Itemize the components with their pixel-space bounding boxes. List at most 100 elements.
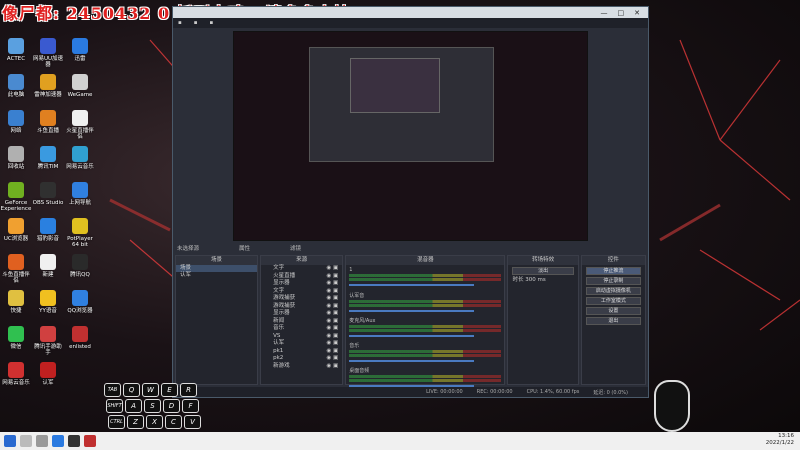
desktop-icon[interactable]: 迅雷 [64,38,96,62]
clock[interactable]: 13:16 2022/1/22 [766,433,794,447]
app-icon [40,326,56,342]
source-item[interactable]: pk1 ◉ ▣ [261,348,342,356]
control-button[interactable]: 退出 [585,317,641,325]
source-item[interactable]: 显示器 ◉ ▣ [261,280,342,288]
app-icon [72,38,88,54]
desktop-icon[interactable]: YY语音 [32,290,64,314]
desktop-icon[interactable]: 微信 [0,326,32,350]
eye-icon[interactable]: ◉ ▣ [326,310,338,318]
menu-item[interactable]: ▪ [194,20,198,26]
search-icon[interactable] [20,435,32,447]
eye-icon[interactable]: ◉ ▣ [326,303,338,311]
desktop-icon[interactable]: GeForce Experience [0,182,32,212]
control-button[interactable]: 停止推流 [585,267,641,275]
source-item[interactable]: pk2 ◉ ▣ [261,355,342,363]
source-item[interactable]: 文字 ◉ ▣ [261,265,342,273]
app-icon[interactable] [84,435,96,447]
desktop-icon[interactable]: 上网导航 [64,182,96,206]
channel-name: 认军音 [349,293,365,299]
eye-icon[interactable]: ◉ ▣ [326,340,338,348]
source-item[interactable]: VS ◉ ▣ [261,333,342,341]
desktop-icon[interactable]: 腾讯TIM [32,146,64,170]
desktop-icon[interactable]: 斗鱼直播伴侣 [0,254,32,284]
volume-slider[interactable] [349,335,475,337]
transition-select[interactable]: 淡出 [512,267,574,275]
control-button[interactable]: 设置 [585,307,641,315]
menu-item[interactable]: ▪ [178,20,182,26]
filters-button[interactable]: 滤镜 [290,244,301,252]
desktop-icon[interactable]: 猎豹影音 [32,218,64,242]
desktop-icon[interactable]: 腾讯QQ [64,254,96,278]
volume-slider[interactable] [349,360,475,362]
eye-icon[interactable]: ◉ ▣ [326,325,338,333]
app-icon [8,290,24,306]
desktop-icon[interactable]: 认军 [32,362,64,386]
desktop-icon[interactable]: 网易云音乐 [64,146,96,170]
minimize-icon[interactable]: — [601,9,608,17]
desktop-icon[interactable]: OBS Studio [32,182,64,206]
eye-icon[interactable]: ◉ ▣ [326,355,338,363]
eye-icon[interactable]: ◉ ▣ [326,318,338,326]
source-item[interactable]: 火星直播 ◉ ▣ [261,273,342,281]
key-indicator: Q [123,383,140,397]
source-item[interactable]: 游戏捕获 ◉ ▣ [261,295,342,303]
source-item[interactable]: 新闻 ◉ ▣ [261,318,342,326]
source-item[interactable]: 游戏捕获 ◉ ▣ [261,303,342,311]
scene-item[interactable]: 场景 [176,265,258,272]
volume-slider[interactable] [349,284,475,286]
desktop-icon[interactable]: 网络 [0,110,32,134]
eye-icon[interactable]: ◉ ▣ [326,288,338,296]
eye-icon[interactable]: ◉ ▣ [326,280,338,288]
desktop-icon[interactable]: PotPlayer 64 bit [64,218,96,248]
desktop-icon[interactable]: ACTEC [0,38,32,62]
desktop-icon[interactable]: UC浏览器 [0,218,32,242]
desktop-icon[interactable]: QQ浏览器 [64,290,96,314]
nested-preview [309,47,494,162]
desktop-icon[interactable]: 网易UU加速器 [32,38,64,68]
eye-icon[interactable]: ◉ ▣ [326,363,338,371]
eye-icon[interactable]: ◉ ▣ [326,333,338,341]
control-button[interactable]: 工作室模式 [585,297,641,305]
desktop-icon[interactable]: 雷神加速器 [32,74,64,98]
source-item[interactable]: 新游戏 ◉ ▣ [261,363,342,371]
key-indicator: W [142,383,159,397]
app-icon [40,290,56,306]
taskview-icon[interactable] [36,435,48,447]
desktop-icon-label: 快捷 [10,308,22,314]
desktop-icon[interactable]: 新建 [32,254,64,278]
duration-input[interactable]: 300 ms [525,277,545,283]
source-item[interactable]: 音乐 ◉ ▣ [261,325,342,333]
maximize-icon[interactable]: □ [618,9,625,17]
desktop-icon[interactable]: 斗鱼直播 [32,110,64,134]
control-button[interactable]: 停止录制 [585,277,641,285]
menu-item[interactable]: ▪ [209,20,213,26]
close-icon[interactable]: ✕ [634,9,640,17]
clock-date: 2022/1/22 [765,440,794,446]
properties-button[interactable]: 属性 [239,244,250,252]
eye-icon[interactable]: ◉ ▣ [326,295,338,303]
source-item[interactable]: 文字 ◉ ▣ [261,288,342,296]
eye-icon[interactable]: ◉ ▣ [326,348,338,356]
desktop-icon[interactable]: 快捷 [0,290,32,314]
desktop-icon[interactable]: 腾讯手游助手 [32,326,64,356]
desktop-icon[interactable]: enlisted [64,326,96,350]
desktop-icon[interactable]: 网易云音乐 [0,362,32,386]
control-button[interactable]: 启动虚拟摄像机 [585,287,641,295]
start-icon[interactable] [4,435,16,447]
mixer-channel: 音乐 [349,342,502,367]
desktop-icon[interactable]: WeGame [64,74,96,98]
app-icon [8,74,24,90]
eye-icon[interactable]: ◉ ▣ [326,265,338,273]
obs-preview[interactable] [233,31,588,241]
desktop-icon[interactable]: 回收站 [0,146,32,170]
scene-item[interactable]: 认军 [176,272,257,279]
volume-slider[interactable] [349,310,475,312]
browser-icon[interactable] [52,435,64,447]
app-icon [72,218,88,234]
source-item[interactable]: 显示器 ◉ ▣ [261,310,342,318]
obs-taskbar-icon[interactable] [68,435,80,447]
desktop-icon[interactable]: 火星直播伴侣 [64,110,96,140]
source-item[interactable]: 认军 ◉ ▣ [261,340,342,348]
eye-icon[interactable]: ◉ ▣ [326,273,338,281]
desktop-icon[interactable]: 此电脑 [0,74,32,98]
